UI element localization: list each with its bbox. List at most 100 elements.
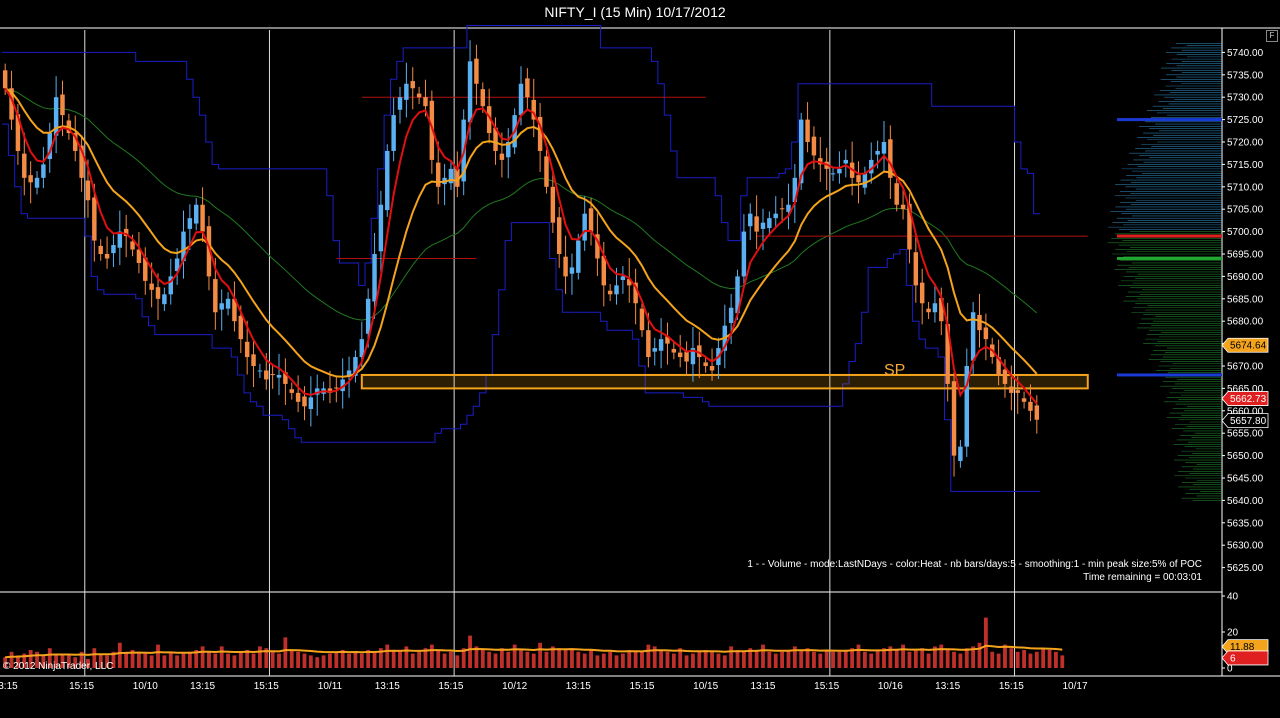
volume-bar — [964, 648, 969, 668]
candle-body — [85, 180, 91, 201]
candle — [926, 301, 931, 319]
volume-bar — [1028, 653, 1033, 668]
candle — [219, 289, 224, 331]
volume-bar — [289, 650, 294, 668]
volume-bar — [684, 655, 689, 668]
profile-peak — [1117, 256, 1222, 260]
candle-body — [1021, 398, 1027, 402]
volume-bar — [837, 651, 842, 668]
volume-bar — [862, 651, 867, 668]
candle-body — [334, 387, 339, 389]
volume-bar — [633, 651, 638, 668]
volume-bar — [576, 651, 581, 668]
volume-bar — [328, 653, 332, 668]
x-tick-label: 15:15 — [999, 681, 1024, 692]
candle-body — [556, 217, 562, 254]
profile-peak — [1117, 118, 1222, 122]
candle-body — [41, 164, 46, 178]
candle — [620, 266, 626, 294]
volume-bar — [468, 635, 472, 668]
candle — [677, 335, 683, 368]
volume-bar — [270, 651, 275, 668]
candle — [964, 348, 969, 457]
volume-bar — [659, 650, 664, 668]
y-tick-label: 5700.00 — [1227, 227, 1264, 238]
y-tick-label: 5685.00 — [1227, 294, 1264, 305]
candle-body — [582, 213, 587, 241]
candle — [251, 340, 256, 388]
x-tick-label: 13:15 — [935, 681, 960, 692]
volume-bar — [773, 653, 778, 668]
volume-bar — [627, 650, 632, 668]
candle — [442, 163, 447, 206]
candle-body — [1034, 405, 1040, 420]
candle-body — [385, 150, 390, 211]
candle — [805, 102, 810, 153]
volume-bar — [812, 651, 816, 668]
y-tick-label: 5645.00 — [1227, 474, 1264, 485]
volume-bar — [207, 651, 211, 668]
x-tick-label: 10/12 — [502, 681, 527, 692]
volume-bar — [506, 651, 511, 668]
candle-body — [569, 267, 575, 274]
volume-bar — [620, 653, 625, 668]
volume-bar — [722, 655, 727, 668]
volume-bar — [608, 651, 613, 668]
candle-body — [881, 142, 887, 154]
candle — [786, 183, 791, 230]
volume-bar — [442, 653, 447, 668]
y-tick-label: 5730.00 — [1227, 93, 1264, 104]
volume-bar — [417, 651, 422, 668]
volume-bar — [124, 651, 129, 668]
candle — [951, 367, 957, 477]
volume-bar — [168, 651, 173, 668]
x-tick-label: 10/17 — [1063, 681, 1088, 692]
candle — [773, 196, 778, 229]
volume-bar — [137, 651, 141, 668]
volume-bar — [436, 650, 441, 668]
candle-body — [264, 370, 269, 380]
candle-body — [767, 218, 772, 229]
volume-panel — [3, 617, 1065, 668]
y-tick-label: 5635.00 — [1227, 518, 1264, 529]
candle-body — [913, 252, 919, 286]
volatility-bands — [2, 25, 1088, 492]
y-tick-label: 5680.00 — [1227, 317, 1264, 328]
candle — [295, 375, 301, 413]
volume-bar — [799, 650, 804, 668]
price-tag-text: 5657.80 — [1230, 416, 1267, 427]
candle-body — [270, 374, 275, 376]
volume-bar — [321, 655, 326, 668]
volume-profile — [1107, 43, 1222, 501]
candle-body — [244, 341, 250, 358]
volume-bar — [570, 648, 574, 668]
volume-bar — [767, 651, 772, 668]
volume-bar — [1054, 651, 1058, 668]
candle — [225, 292, 231, 316]
candle — [919, 268, 925, 325]
candle — [576, 233, 581, 280]
y-tick-label: 5715.00 — [1227, 160, 1264, 171]
volume-bar — [315, 657, 320, 668]
volume-bar — [780, 651, 785, 668]
volume-bar — [901, 644, 905, 668]
candle-body — [805, 119, 810, 142]
candle — [257, 363, 263, 379]
volume-bar — [582, 653, 587, 668]
volume-bar — [990, 651, 995, 668]
volume-bar — [843, 650, 848, 668]
volume-bar — [353, 651, 358, 668]
candle — [98, 239, 103, 261]
x-tick-label: 15:15 — [814, 681, 839, 692]
volume-bar — [754, 650, 759, 668]
volume-bar — [1047, 650, 1052, 668]
candle-body — [563, 256, 568, 277]
price-tag-text: 5662.73 — [1230, 394, 1267, 405]
candle-body — [104, 254, 110, 259]
candle — [633, 268, 638, 325]
price-chart[interactable]: 5625.00 5630.00 5635.00 5640.00 5645.00 5650.… — [0, 0, 1280, 718]
candle-body — [607, 290, 613, 295]
volume-bar — [665, 651, 670, 668]
volume-bar — [143, 653, 148, 668]
candle-body — [372, 254, 377, 302]
